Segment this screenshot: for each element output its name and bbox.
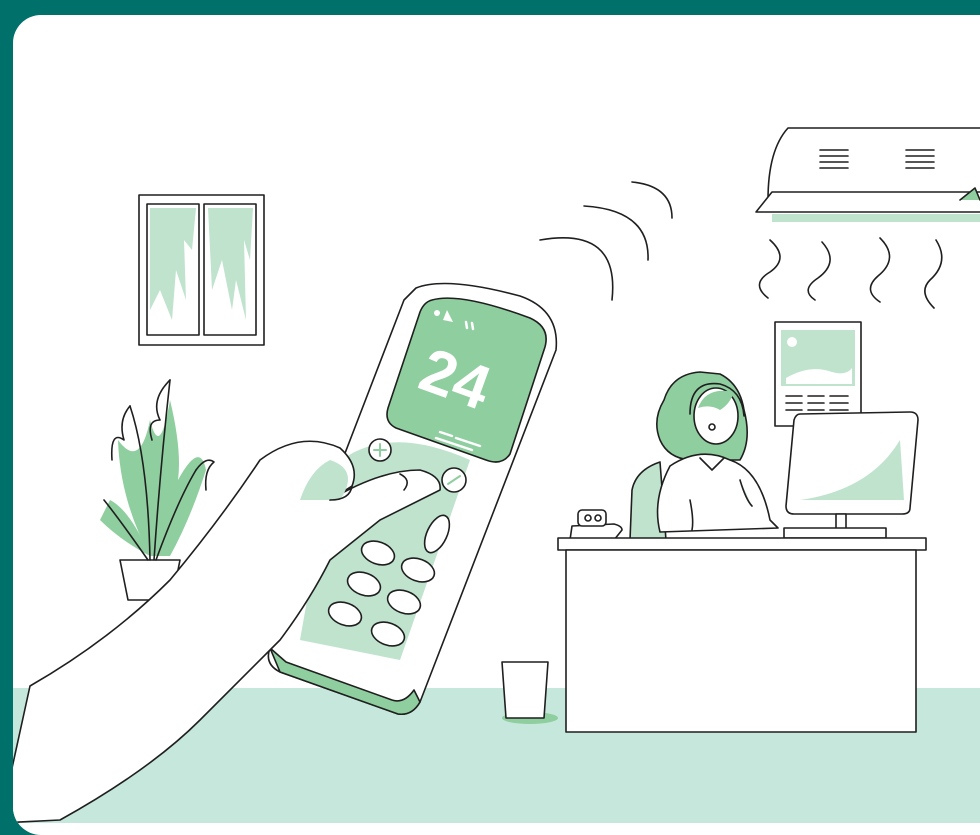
wifi-signal-icon <box>539 181 673 301</box>
air-flow <box>758 237 943 309</box>
monitor-icon <box>783 411 919 539</box>
wall-poster <box>774 321 862 427</box>
illustration-scene: 24 <box>13 127 980 823</box>
receptionist <box>656 371 779 533</box>
reception-desk <box>557 537 927 733</box>
outer-frame: 24 <box>0 0 980 835</box>
window-icon <box>138 194 265 346</box>
air-conditioner-icon <box>755 127 980 222</box>
telephone-icon <box>569 509 623 541</box>
